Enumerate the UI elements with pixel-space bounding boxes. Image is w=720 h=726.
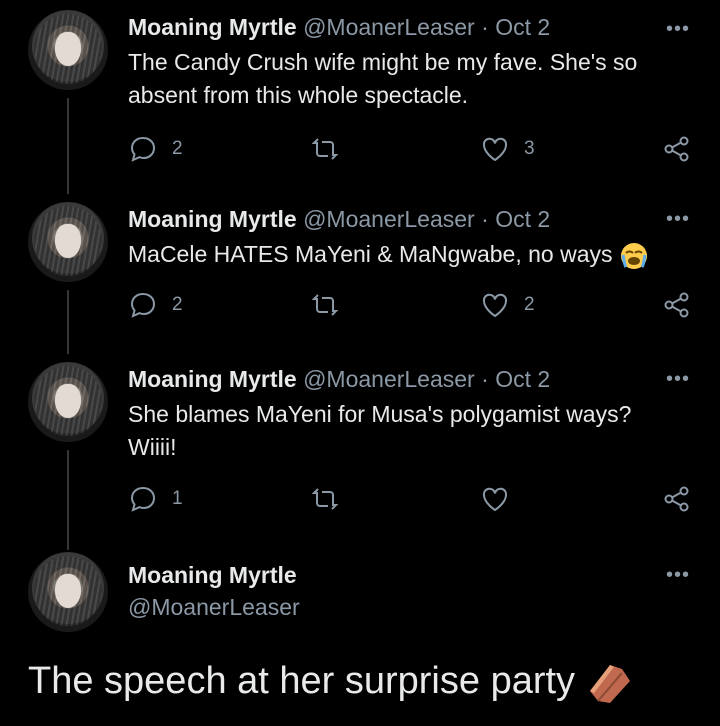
retweet-button[interactable] [310,134,354,164]
tweet-header: Moaning Myrtle @MoanerLeaser · Oct 2 [128,206,550,233]
separator: · [481,14,489,40]
heart-icon [482,487,508,512]
tweet-date[interactable]: Oct 2 [495,14,550,40]
avatar[interactable] [28,202,108,282]
loudly-crying-face-icon [620,242,647,269]
tweet-text: MaCele HATES MaYeni & MaNgwabe, no ways [128,238,688,271]
heart-icon [482,293,508,318]
tweet-actions: 1 [128,484,698,518]
tweet-text: She blames MaYeni for Musa's polygamist … [128,398,688,464]
retweet-icon [311,138,339,160]
handle[interactable]: @MoanerLeaser [303,14,475,40]
reply-icon [130,486,156,512]
share-button[interactable] [662,290,692,320]
tweet-text-line: absent from this whole spectacle. [128,82,469,108]
tweet-actions: 2 3 [128,134,698,168]
reply-count: 2 [172,138,183,159]
separator: · [481,206,489,232]
reply-button[interactable]: 2 [128,290,183,320]
thread-line [67,450,69,550]
reply-count: 1 [172,488,183,509]
tweet-text-line: The Candy Crush wife might be my fave. S… [128,49,638,75]
tweet-text-line: MaCele HATES MaYeni & MaNgwabe, no ways [128,241,613,267]
main-tweet-text-line: The speech at her surprise party [28,660,576,702]
heart-icon [482,137,508,162]
separator: · [481,366,489,392]
like-button[interactable]: 3 [480,134,535,164]
tweet-date[interactable]: Oct 2 [495,366,550,392]
like-button[interactable]: 2 [480,290,535,320]
like-count: 2 [524,294,535,315]
display-name[interactable]: Moaning Myrtle [128,562,297,588]
reply-button[interactable]: 1 [128,484,183,514]
reply-icon [130,292,156,318]
share-icon [664,136,689,162]
tweet-header: Moaning Myrtle @MoanerLeaser · Oct 2 [128,366,550,393]
avatar[interactable] [28,552,108,632]
display-name[interactable]: Moaning Myrtle [128,366,297,392]
retweet-icon [311,488,339,510]
main-tweet-handle[interactable]: @MoanerLeaser [128,594,300,621]
handle[interactable]: @MoanerLeaser [303,366,475,392]
like-button[interactable] [480,484,524,514]
main-tweet-name: Moaning Myrtle [128,562,297,589]
thread-line [67,290,69,354]
coffin-icon [589,664,630,703]
avatar[interactable] [28,362,108,442]
like-count: 3 [524,138,535,159]
reply-count: 2 [172,294,183,315]
retweet-button[interactable] [310,484,354,514]
reply-button[interactable]: 2 [128,134,183,164]
share-button[interactable] [662,484,692,514]
retweet-icon [311,294,339,316]
avatar[interactable] [28,10,108,90]
tweet-header: Moaning Myrtle @MoanerLeaser · Oct 2 [128,14,550,41]
more-options-icon[interactable]: ••• [666,18,690,41]
share-button[interactable] [662,134,692,164]
tweet-date[interactable]: Oct 2 [495,206,550,232]
share-icon [664,486,689,512]
retweet-button[interactable] [310,290,354,320]
tweet-text-line: Wiiii! [128,434,177,460]
tweet-text: The Candy Crush wife might be my fave. S… [128,46,688,112]
more-options-icon[interactable]: ••• [666,564,690,587]
display-name[interactable]: Moaning Myrtle [128,206,297,232]
more-options-icon[interactable]: ••• [666,208,690,231]
reply-icon [130,136,156,162]
more-options-icon[interactable]: ••• [666,368,690,391]
tweet-text-line: She blames MaYeni for Musa's polygamist … [128,401,632,427]
share-icon [664,292,689,318]
display-name[interactable]: Moaning Myrtle [128,14,297,40]
handle[interactable]: @MoanerLeaser [303,206,475,232]
tweet-actions: 2 2 [128,290,698,324]
main-tweet-text: The speech at her surprise party [28,660,634,705]
thread-line [67,98,69,194]
